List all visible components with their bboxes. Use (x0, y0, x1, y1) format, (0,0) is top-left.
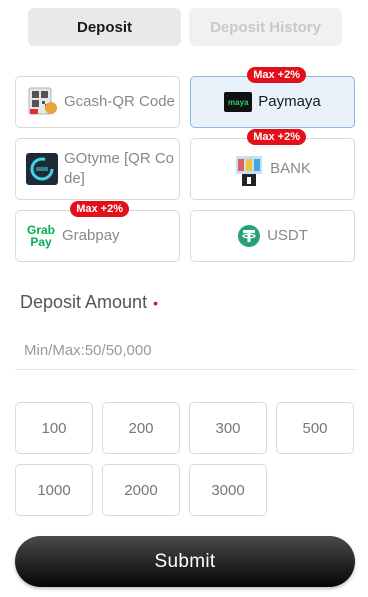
method-label: Gcash-QR Code (64, 93, 175, 110)
submit-button[interactable]: Submit (15, 536, 355, 587)
quick-amount-button[interactable]: 3000 (189, 464, 267, 516)
method-bank[interactable]: Max +2% BANK (190, 129, 355, 200)
deposit-tabs: Deposit Deposit History (28, 8, 342, 46)
deposit-amount-title: Deposit Amount • (20, 292, 158, 313)
method-gcash-qr[interactable]: Gcash-QR Code (15, 76, 180, 128)
method-label: USDT (267, 227, 308, 244)
required-mark: • (153, 295, 158, 312)
bonus-badge: Max +2% (70, 201, 129, 217)
grabpay-logo-icon: Grab Pay (26, 224, 56, 248)
method-usdt[interactable]: USDT (190, 210, 355, 262)
method-paymaya[interactable]: Max +2% maya Paymaya (190, 67, 355, 128)
maya-logo-icon: maya (224, 92, 253, 112)
bonus-badge: Max +2% (247, 129, 306, 145)
quick-amount-button[interactable]: 1000 (15, 464, 93, 516)
method-gotyme-qr[interactable]: GOtyme [QR Co de] (15, 138, 180, 200)
method-label-line2: de] (64, 170, 85, 187)
quick-amount-button[interactable]: 100 (15, 402, 93, 454)
method-label: Paymaya (258, 93, 321, 110)
maya-logo-text: maya (228, 97, 249, 107)
bank-icon (234, 152, 264, 186)
method-label: GOtyme [QR Co de] (64, 149, 174, 189)
tether-icon (237, 224, 261, 248)
quick-amount-button[interactable]: 300 (189, 402, 267, 454)
bonus-badge: Max +2% (247, 67, 306, 83)
payment-methods: Gcash-QR Code Max +2% maya Paymaya GOtym… (15, 67, 355, 262)
method-label-line1: GOtyme [QR Co (64, 150, 175, 167)
gcash-qr-icon (26, 86, 58, 118)
gotyme-icon (26, 153, 58, 185)
quick-amount-button[interactable]: 2000 (102, 464, 180, 516)
method-grabpay[interactable]: Max +2% Grab Pay Grabpay (15, 201, 180, 262)
method-label: BANK (270, 160, 311, 177)
deposit-amount-label: Deposit Amount (20, 292, 148, 312)
method-label: Grabpay (62, 227, 120, 244)
quick-amount-button[interactable]: 200 (102, 402, 180, 454)
pay-logo-text: Pay (30, 235, 52, 249)
tab-deposit[interactable]: Deposit (28, 8, 181, 46)
quick-amount-grid: 100 200 300 500 1000 2000 3000 (15, 402, 355, 516)
tab-deposit-history[interactable]: Deposit History (189, 8, 342, 46)
quick-amount-button[interactable]: 500 (276, 402, 354, 454)
deposit-amount-input[interactable] (15, 332, 355, 370)
